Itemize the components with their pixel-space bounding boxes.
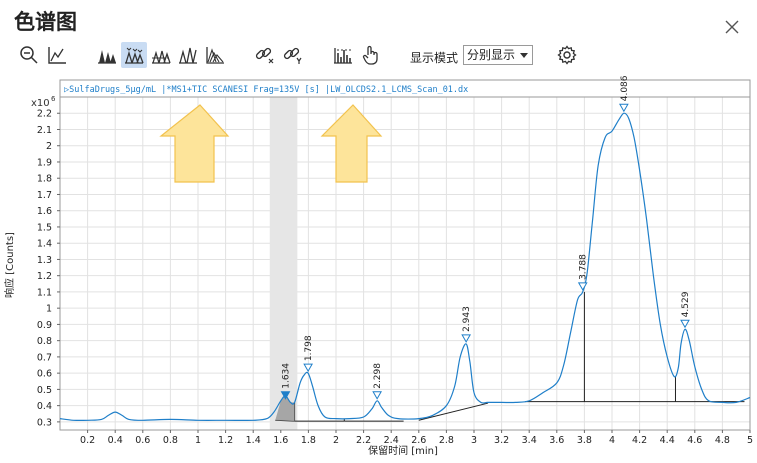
peak-label: 4.086 bbox=[620, 75, 630, 101]
chart-grid bbox=[60, 97, 751, 430]
peak-label: 4.529 bbox=[681, 291, 691, 317]
y-tick-label: 1.6 bbox=[37, 206, 52, 217]
y-tick-label: 2 bbox=[46, 141, 52, 152]
x-tick-label: 4.2 bbox=[632, 435, 647, 446]
peak-label: 3.788 bbox=[579, 254, 589, 280]
y-multiplier: x10 bbox=[31, 98, 50, 109]
y-tick-label: 1.7 bbox=[37, 190, 52, 201]
x-tick-label: 3.6 bbox=[549, 435, 564, 446]
x-tick-label: 0.2 bbox=[80, 435, 95, 446]
y-tick-label: 2.1 bbox=[37, 125, 52, 136]
chromatogram-chart[interactable]: ▷SulfaDrugs_5μg/mL |*MS1+TIC SCANESI Fra… bbox=[0, 0, 757, 463]
peak-marker bbox=[680, 319, 690, 329]
x-tick-label: 4.6 bbox=[687, 435, 702, 446]
y-tick-label: 0.8 bbox=[37, 336, 52, 347]
x-tick-label: 3 bbox=[471, 435, 477, 446]
x-tick-label: 4 bbox=[609, 435, 615, 446]
peak-marker bbox=[372, 391, 382, 400]
x-tick-label: 2.6 bbox=[411, 435, 426, 446]
peak-marker bbox=[619, 103, 629, 113]
annotation-arrow-left bbox=[159, 104, 230, 183]
y-tick-label: 1.5 bbox=[37, 222, 52, 233]
x-tick-label: 2 bbox=[333, 435, 339, 446]
y-tick-label: 1.4 bbox=[37, 239, 52, 250]
y-tick-label: 2.2 bbox=[37, 109, 52, 120]
y-exponent: 6 bbox=[51, 95, 56, 103]
x-tick-label: 0.4 bbox=[108, 435, 123, 446]
x-tick-label: 1.2 bbox=[218, 435, 233, 446]
annotation-arrow-right bbox=[320, 104, 383, 183]
y-tick-label: 0.4 bbox=[37, 401, 52, 412]
x-tick-label: 5 bbox=[747, 435, 753, 446]
peak-marker bbox=[577, 282, 588, 291]
peak-label: 1.798 bbox=[304, 335, 314, 361]
y-tick-label: 0.7 bbox=[37, 352, 52, 363]
y-tick-label: 0.5 bbox=[37, 385, 52, 396]
y-tick-label: 1.3 bbox=[37, 255, 52, 266]
axis-ticks: 0.2 0.4 0.6 0.8 1 1.2 1.4 1.6 1.8 2 2.2 2.4 2.6 2.8 3 3… bbox=[37, 109, 753, 446]
y-tick-label: 0.9 bbox=[37, 320, 52, 331]
x-tick-label: 2.4 bbox=[384, 435, 399, 446]
x-tick-label: 2.8 bbox=[439, 435, 454, 446]
peak-label: 1.634 bbox=[281, 363, 291, 389]
x-tick-label: 3.4 bbox=[522, 435, 537, 446]
y-tick-label: 1 bbox=[46, 304, 52, 315]
x-tick-label: 1.4 bbox=[246, 435, 261, 446]
peak-marker bbox=[303, 363, 313, 373]
y-tick-label: 1.2 bbox=[37, 271, 52, 282]
x-tick-label: 4.8 bbox=[715, 435, 730, 446]
y-tick-label: 1.8 bbox=[37, 174, 52, 185]
x-tick-label: 1.8 bbox=[301, 435, 316, 446]
y-tick-label: 0.3 bbox=[37, 417, 52, 428]
x-tick-label: 1 bbox=[195, 435, 201, 446]
x-tick-label: 4.4 bbox=[660, 435, 675, 446]
y-tick-label: 1.9 bbox=[37, 157, 52, 168]
x-tick-label: 0.6 bbox=[135, 435, 150, 446]
y-tick-label: 1.1 bbox=[37, 287, 52, 298]
x-tick-label: 0.8 bbox=[163, 435, 178, 446]
x-tick-label: 3.2 bbox=[494, 435, 509, 446]
y-axis-label: 响应 [Counts] bbox=[3, 232, 16, 298]
x-tick-label: 3.8 bbox=[577, 435, 592, 446]
x-axis-label: 保留时间 [min] bbox=[368, 444, 438, 457]
x-tick-label: 2.2 bbox=[356, 435, 371, 446]
plot-frame bbox=[59, 96, 751, 431]
tic-trace-line bbox=[59, 112, 751, 422]
peak-label: 2.298 bbox=[373, 363, 383, 389]
y-tick-label: 0.6 bbox=[37, 369, 52, 380]
x-tick-label: 1.6 bbox=[273, 435, 288, 446]
trace-header: ▷SulfaDrugs_5μg/mL |*MS1+TIC SCANESI Fra… bbox=[64, 85, 468, 95]
peak-label: 2.943 bbox=[462, 306, 472, 332]
